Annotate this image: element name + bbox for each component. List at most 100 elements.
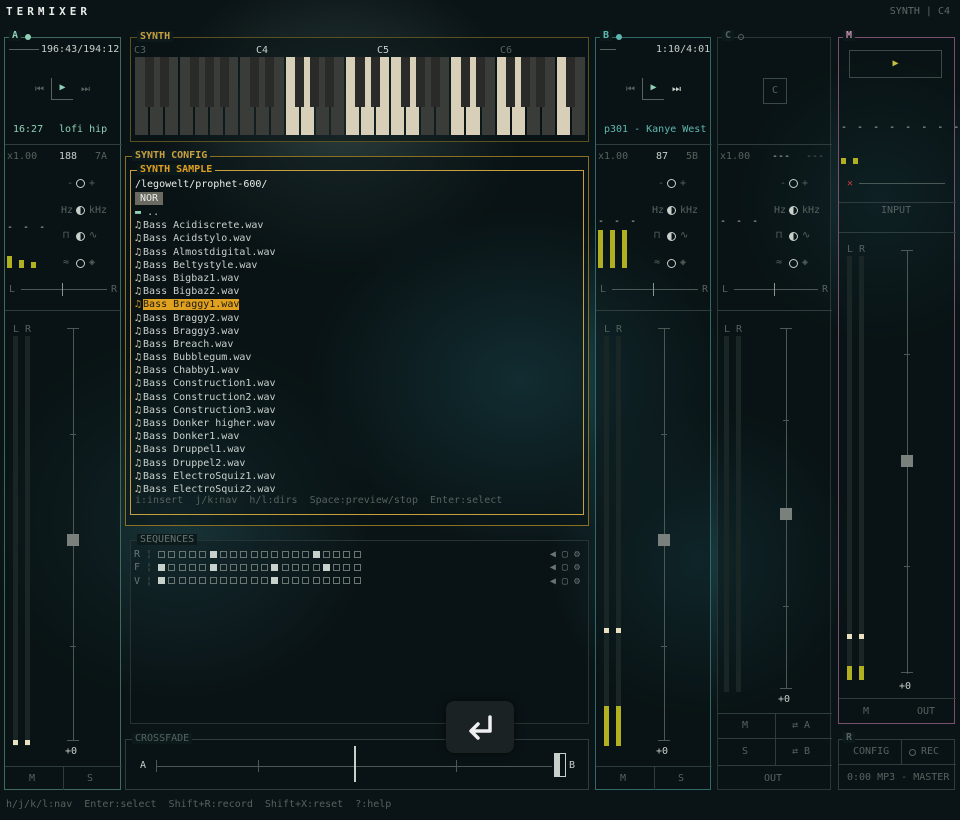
- piano-black-key[interactable]: [415, 57, 425, 107]
- deck-a-fx-knob[interactable]: [76, 259, 85, 268]
- sequence-step[interactable]: [261, 563, 269, 571]
- file-list-item[interactable]: ♫ Bass Breach.wav: [135, 338, 575, 351]
- deck-b-pan-slider[interactable]: [612, 289, 698, 290]
- deck-b-next-button[interactable]: ⏭: [672, 84, 681, 95]
- sequence-step[interactable]: [250, 577, 258, 585]
- piano-black-key[interactable]: [476, 57, 486, 107]
- sequence-step[interactable]: [333, 550, 341, 558]
- piano-black-key[interactable]: [310, 57, 320, 107]
- piano-black-key[interactable]: [219, 57, 229, 107]
- sequence-step[interactable]: [343, 563, 351, 571]
- deck-a-solo-button[interactable]: S: [87, 773, 93, 784]
- deck-a-prev-button[interactable]: ⏮: [35, 84, 44, 95]
- deck-a-volume-fader[interactable]: [67, 534, 79, 546]
- sequence-step[interactable]: [158, 550, 166, 558]
- piano-black-key[interactable]: [536, 57, 546, 107]
- file-list-item[interactable]: ♫ Bass Beltystyle.wav: [135, 259, 575, 272]
- piano-black-key[interactable]: [189, 57, 199, 107]
- sequence-step[interactable]: [188, 577, 196, 585]
- sequence-step[interactable]: [168, 550, 176, 558]
- file-list-item[interactable]: ♫ Bass Chabby1.wav: [135, 364, 575, 377]
- deck-c-speed[interactable]: x1.00: [720, 151, 750, 162]
- sequence-step[interactable]: [240, 577, 248, 585]
- deck-a-gain-knob[interactable]: [76, 179, 85, 188]
- deck-b-gain-knob[interactable]: [667, 179, 676, 188]
- sequence-step[interactable]: [261, 577, 269, 585]
- file-list-item[interactable]: ♫ Bass Druppel1.wav: [135, 443, 575, 456]
- deck-a-key[interactable]: 7A: [95, 151, 107, 162]
- master-mute-button[interactable]: M: [863, 706, 869, 717]
- sequence-step[interactable]: [353, 550, 361, 558]
- sequence-step[interactable]: [312, 563, 320, 571]
- sequence-step[interactable]: [250, 550, 258, 558]
- sequence-step[interactable]: [168, 563, 176, 571]
- deck-b-wave-knob[interactable]: [667, 232, 676, 241]
- piano-black-key[interactable]: [521, 57, 531, 107]
- sequence-step[interactable]: [291, 550, 299, 558]
- file-list-item[interactable]: ♫ Bass Construction3.wav: [135, 404, 575, 417]
- sequence-step[interactable]: [333, 577, 341, 585]
- sequence-step[interactable]: [343, 550, 351, 558]
- sequence-step[interactable]: [250, 563, 258, 571]
- deck-c-key[interactable]: ---: [806, 151, 824, 162]
- deck-c-mute-button[interactable]: M: [742, 720, 748, 731]
- sequence-step[interactable]: [230, 550, 238, 558]
- sequence-step[interactable]: [281, 577, 289, 585]
- deck-b-minus[interactable]: -: [658, 178, 664, 189]
- crossfade-b-indicator[interactable]: [554, 753, 566, 777]
- deck-b-seek[interactable]: [600, 49, 616, 50]
- deck-b-filter-knob[interactable]: [667, 206, 676, 215]
- file-list-item[interactable]: ♫ Bass Braggy2.wav: [135, 312, 575, 325]
- piano-black-key[interactable]: [566, 57, 576, 107]
- piano-black-key[interactable]: [265, 57, 275, 107]
- sequence-step[interactable]: [261, 550, 269, 558]
- sequence-step[interactable]: [271, 577, 279, 585]
- deck-c-solo-button[interactable]: S: [742, 746, 748, 757]
- deck-b-solo-button[interactable]: S: [678, 773, 684, 784]
- file-list-item[interactable]: ♫ Bass Druppel2.wav: [135, 457, 575, 470]
- deck-a-filter-knob[interactable]: [76, 206, 85, 215]
- deck-c-fx-knob[interactable]: [789, 259, 798, 268]
- sequence-row-icons[interactable]: ◀ ▢ ⚙: [550, 576, 580, 587]
- master-out-button[interactable]: OUT: [917, 706, 935, 717]
- file-list-item[interactable]: ♫ Bass Donker1.wav: [135, 430, 575, 443]
- sequence-step[interactable]: [209, 550, 217, 558]
- sequence-row-icons[interactable]: ◀ ▢ ⚙: [550, 549, 580, 560]
- deck-a-seek[interactable]: [9, 49, 39, 50]
- sequence-step[interactable]: [219, 563, 227, 571]
- sequence-step[interactable]: [188, 550, 196, 558]
- deck-a-play-button[interactable]: ▶: [51, 78, 73, 100]
- mode-badge[interactable]: NOR: [135, 192, 164, 205]
- deck-a-wave-knob[interactable]: [76, 232, 85, 241]
- deck-b-fx-knob[interactable]: [667, 259, 676, 268]
- sequence-step[interactable]: [291, 577, 299, 585]
- deck-c-load-button[interactable]: C: [763, 78, 787, 104]
- recorder-config-button[interactable]: CONFIG: [853, 746, 889, 757]
- file-list-item[interactable]: ♫ Bass Acidstylo.wav: [135, 232, 575, 245]
- sequence-step[interactable]: [158, 563, 166, 571]
- master-volume-slider[interactable]: [859, 183, 945, 184]
- deck-b-prev-button[interactable]: ⏮: [626, 84, 635, 95]
- deck-c-bpm[interactable]: ---: [772, 151, 790, 162]
- deck-b-pan-handle[interactable]: [653, 283, 654, 296]
- sequence-step[interactable]: [199, 577, 207, 585]
- sequence-step[interactable]: [230, 577, 238, 585]
- deck-c-plus[interactable]: +: [802, 178, 808, 189]
- file-list-item[interactable]: ♫ Bass Bigbaz2.wav: [135, 285, 575, 298]
- mute-icon[interactable]: ✕: [847, 178, 853, 189]
- deck-b-plus[interactable]: +: [680, 178, 686, 189]
- deck-a-speed[interactable]: x1.00: [7, 151, 37, 162]
- deck-b-speed[interactable]: x1.00: [598, 151, 628, 162]
- sequence-row-icons[interactable]: ◀ ▢ ⚙: [550, 562, 580, 573]
- deck-c-send-a-button[interactable]: ⇄ A: [792, 720, 810, 731]
- sequence-step[interactable]: [322, 563, 330, 571]
- piano-black-key[interactable]: [204, 57, 214, 107]
- file-list-item[interactable]: ♫ Bass Bigbaz1.wav: [135, 272, 575, 285]
- piano-black-key[interactable]: [295, 57, 305, 107]
- sequence-step[interactable]: [291, 563, 299, 571]
- deck-b-key[interactable]: 5B: [686, 151, 698, 162]
- piano-black-key[interactable]: [506, 57, 516, 107]
- master-play-button[interactable]: ▶: [849, 50, 942, 78]
- sequence-step[interactable]: [322, 550, 330, 558]
- piano-black-key[interactable]: [144, 57, 154, 107]
